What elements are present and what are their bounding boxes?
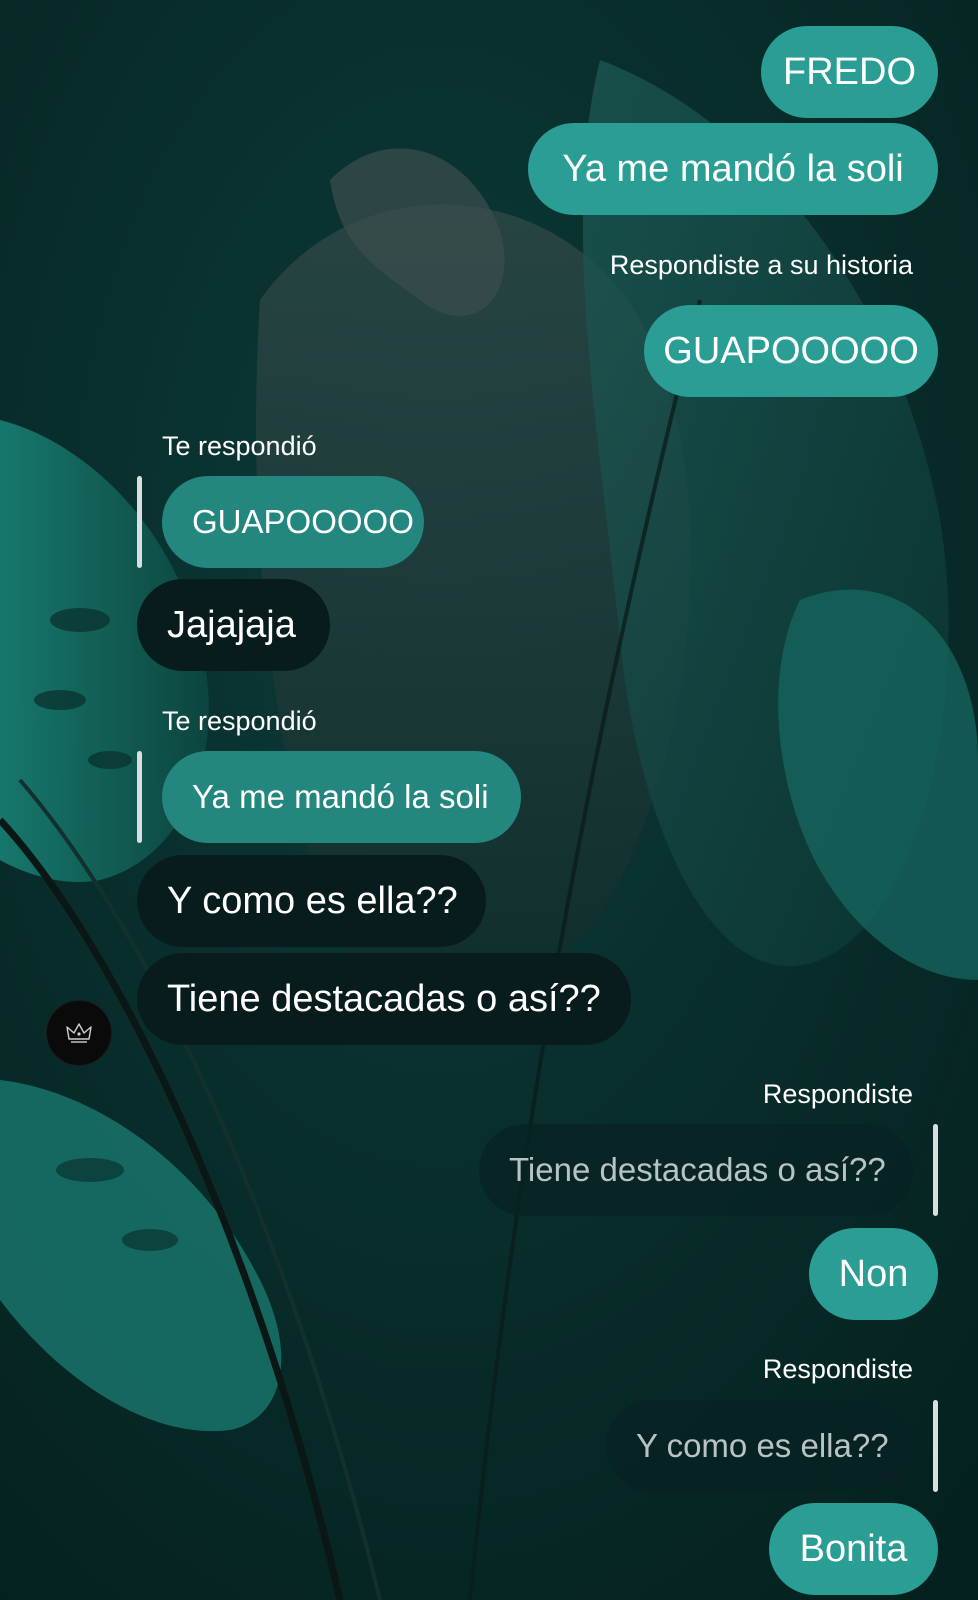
message-text: Y como es ella?? bbox=[167, 879, 458, 922]
you-replied-label: Respondiste bbox=[762, 1079, 913, 1109]
replied-label: Te respondió bbox=[162, 706, 317, 736]
outgoing-message[interactable]: Bonita bbox=[769, 1503, 938, 1595]
quoted-message[interactable]: Y como es ella?? bbox=[606, 1400, 913, 1492]
message-text: Bonita bbox=[799, 1527, 908, 1570]
message-text: Jajajaja bbox=[167, 603, 296, 646]
message-text: Non bbox=[838, 1252, 909, 1295]
quoted-message[interactable]: Tiene destacadas o así?? bbox=[479, 1124, 913, 1216]
quoted-text: Tiene destacadas o así?? bbox=[509, 1151, 886, 1188]
quoted-text: Ya me mandó la soli bbox=[192, 778, 489, 815]
reply-quote-bar bbox=[137, 751, 142, 843]
outgoing-message[interactable]: Non bbox=[809, 1228, 938, 1320]
message-text: Tiene destacadas o así?? bbox=[167, 977, 601, 1020]
reply-quote-bar bbox=[933, 1124, 938, 1216]
contact-avatar[interactable] bbox=[46, 1000, 112, 1066]
quoted-message[interactable]: GUAPOOOOO bbox=[162, 476, 424, 568]
quoted-message[interactable]: Ya me mandó la soli bbox=[162, 751, 521, 843]
quoted-text: Y como es ella?? bbox=[636, 1427, 889, 1464]
outgoing-message[interactable]: Ya me mandó la soli bbox=[528, 123, 938, 215]
reply-quote-bar bbox=[137, 476, 142, 568]
incoming-message[interactable]: Y como es ella?? bbox=[137, 855, 486, 947]
quoted-text: GUAPOOOOO bbox=[192, 503, 414, 540]
message-text: GUAPOOOOO bbox=[663, 329, 919, 372]
reply-quote-bar bbox=[933, 1400, 938, 1492]
incoming-message[interactable]: Tiene destacadas o así?? bbox=[137, 953, 631, 1045]
you-replied-label: Respondiste bbox=[762, 1354, 913, 1384]
replied-label: Te respondió bbox=[162, 431, 317, 461]
message-text: Ya me mandó la soli bbox=[562, 147, 904, 190]
message-text: FREDO bbox=[783, 50, 916, 93]
outgoing-message[interactable]: GUAPOOOOO bbox=[644, 305, 938, 397]
incoming-message[interactable]: Jajajaja bbox=[137, 579, 330, 671]
crown-icon bbox=[66, 1023, 92, 1043]
outgoing-message[interactable]: FREDO bbox=[761, 26, 938, 118]
story-reply-label: Respondiste a su historia bbox=[609, 250, 913, 280]
